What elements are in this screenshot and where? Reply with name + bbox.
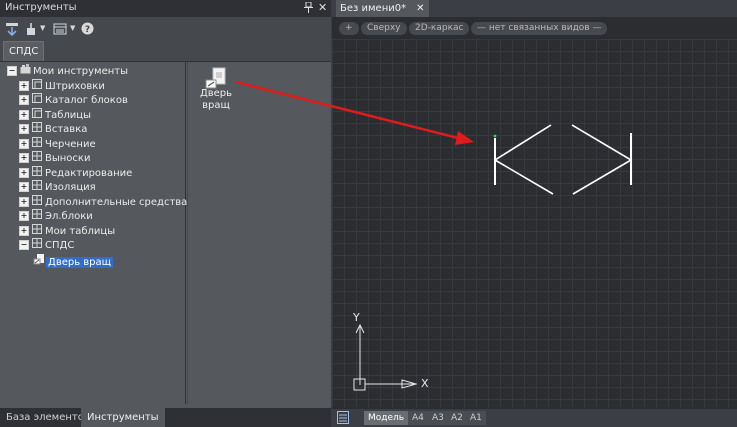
door-tool-label-line1: Дверь <box>199 88 233 99</box>
tree-item-label: Дополнительные средства <box>45 196 188 208</box>
tool-tree: − Мои инструменты + Штриховки + Каталог блоко… <box>3 62 188 404</box>
x-axis-label: X <box>421 377 429 390</box>
tab-a4[interactable]: A4 <box>408 411 428 425</box>
tree-item[interactable]: + Дополнительные средства <box>19 194 188 210</box>
chevron-down-icon[interactable]: ▼ <box>70 24 75 38</box>
tree-item-label: Черчение <box>45 138 96 150</box>
expand-icon[interactable]: + <box>19 196 29 207</box>
expand-icon[interactable]: + <box>19 153 29 163</box>
tree-item[interactable]: + Мои таблицы <box>19 223 116 239</box>
expand-icon[interactable]: + <box>19 167 29 178</box>
grid-icon <box>32 136 42 152</box>
grid-icon <box>32 180 42 195</box>
tree-item[interactable]: − Мои инструменты <box>7 64 128 78</box>
grid-icon <box>32 209 42 224</box>
door-tool-label[interactable]: Дверь вращ <box>188 88 244 112</box>
chevron-down-icon[interactable]: ▼ <box>40 24 45 38</box>
tab-a1[interactable]: A1 <box>466 411 486 425</box>
tree-item[interactable]: + Каталог блоков <box>19 93 128 107</box>
tab-spds[interactable]: СПДС <box>3 41 45 61</box>
visual-style-button[interactable]: 2D-каркас <box>409 22 470 35</box>
panel-toolbar: ▼ ▼ ? <box>0 17 331 42</box>
hatch-icon <box>32 93 42 108</box>
collapse-icon[interactable]: − <box>7 66 17 76</box>
grid-icon <box>32 194 42 210</box>
grid-icon <box>32 122 42 137</box>
panel-titlebar: Инструменты ✕ <box>0 0 331 17</box>
hatch-icon <box>32 78 42 94</box>
expand-icon[interactable]: + <box>19 211 29 221</box>
tree-item[interactable]: − СПДС <box>19 238 74 252</box>
tab-a2[interactable]: A2 <box>447 411 467 425</box>
document-tab[interactable]: Без имени0* ✕ <box>336 0 429 17</box>
grid-icon <box>32 238 42 253</box>
tree-item-label: Таблицы <box>45 109 91 121</box>
tool-content-area: Дверь вращ <box>187 62 328 404</box>
panel-bottom-tabs: База элементов Инструменты <box>0 408 331 427</box>
door-tool-icon <box>33 253 44 270</box>
tree-item-label: Мои таблицы <box>45 225 116 237</box>
document-tabs: Без имени0* ✕ <box>332 0 737 17</box>
document-tab-title: Без имени0* <box>340 3 407 14</box>
tree-item-label: Изоляция <box>45 182 96 193</box>
palette-tabstrip: СПДС <box>0 41 331 62</box>
grid-icon <box>32 223 42 239</box>
tree-item[interactable]: + Эл.блоки <box>19 209 93 223</box>
tree-item[interactable]: + Таблицы <box>19 107 91 123</box>
expand-icon[interactable]: + <box>19 225 29 236</box>
hatch-icon <box>32 107 42 123</box>
close-document-icon[interactable]: ✕ <box>416 3 424 14</box>
linked-views-button[interactable]: — нет связанных видов — <box>471 22 608 35</box>
view-controls: + Сверху 2D-каркас — нет связанных видов… <box>332 17 737 39</box>
door-drawing[interactable] <box>493 124 632 195</box>
tree-item-label: Редактирование <box>45 167 133 179</box>
svg-text:?: ? <box>85 25 90 35</box>
door-tool-label-line2: вращ <box>202 100 230 111</box>
view-mode-icon[interactable] <box>53 22 67 36</box>
y-axis-label: Y <box>353 311 360 324</box>
model-canvas[interactable]: Y X <box>332 39 737 407</box>
tree-item[interactable]: Дверь вращ <box>31 253 114 270</box>
expand-icon[interactable]: + <box>19 80 29 91</box>
tree-item[interactable]: + Редактирование <box>19 165 133 181</box>
layouts-menu-icon[interactable] <box>337 411 349 424</box>
tab-tools[interactable]: Инструменты <box>81 408 165 427</box>
expand-icon[interactable]: + <box>19 138 29 149</box>
expand-icon[interactable]: + <box>19 109 29 120</box>
tree-item-label: Дверь вращ <box>46 256 114 268</box>
grid-icon <box>32 151 42 166</box>
tree-item-label: Штриховки <box>45 80 105 92</box>
viewport-menu-button[interactable]: + <box>339 22 359 35</box>
tab-model[interactable]: Модель <box>364 411 409 425</box>
tree-item-label: Выноски <box>45 153 91 164</box>
pin-icon[interactable] <box>304 1 313 16</box>
tree-item[interactable]: + Выноски <box>19 151 90 165</box>
expand-icon[interactable]: + <box>19 182 29 192</box>
grid-icon <box>32 165 42 181</box>
tree-item[interactable]: + Вставка <box>19 122 87 136</box>
tree-item-label: Мои инструменты <box>33 66 129 77</box>
tree-item-label: Эл.блоки <box>45 211 93 222</box>
layout-tabs: Модель A4 A3 A2 A1 <box>332 409 737 427</box>
tree-item-label: Каталог блоков <box>45 95 128 106</box>
ucs-axes <box>353 323 418 391</box>
tree-item[interactable]: + Штриховки <box>19 78 105 94</box>
close-panel-button[interactable]: ✕ <box>318 1 327 14</box>
door-tool-icon[interactable] <box>204 66 228 90</box>
panel-title: Инструменты <box>5 2 77 13</box>
expand-icon[interactable]: + <box>19 95 29 105</box>
view-direction-button[interactable]: Сверху <box>361 22 407 35</box>
tree-item-label: СПДС <box>45 240 75 251</box>
tree-item[interactable]: + Изоляция <box>19 180 96 194</box>
tab-a3[interactable]: A3 <box>428 411 448 425</box>
tree-item[interactable]: + Черчение <box>19 136 96 152</box>
collapse-icon[interactable]: − <box>19 240 29 250</box>
tree-item-label: Вставка <box>45 124 88 135</box>
add-tool-icon[interactable] <box>5 22 19 37</box>
move-tool-icon[interactable] <box>24 22 38 36</box>
help-icon[interactable]: ? <box>81 22 94 36</box>
expand-icon[interactable]: + <box>19 124 29 134</box>
folder-icon <box>20 64 31 79</box>
